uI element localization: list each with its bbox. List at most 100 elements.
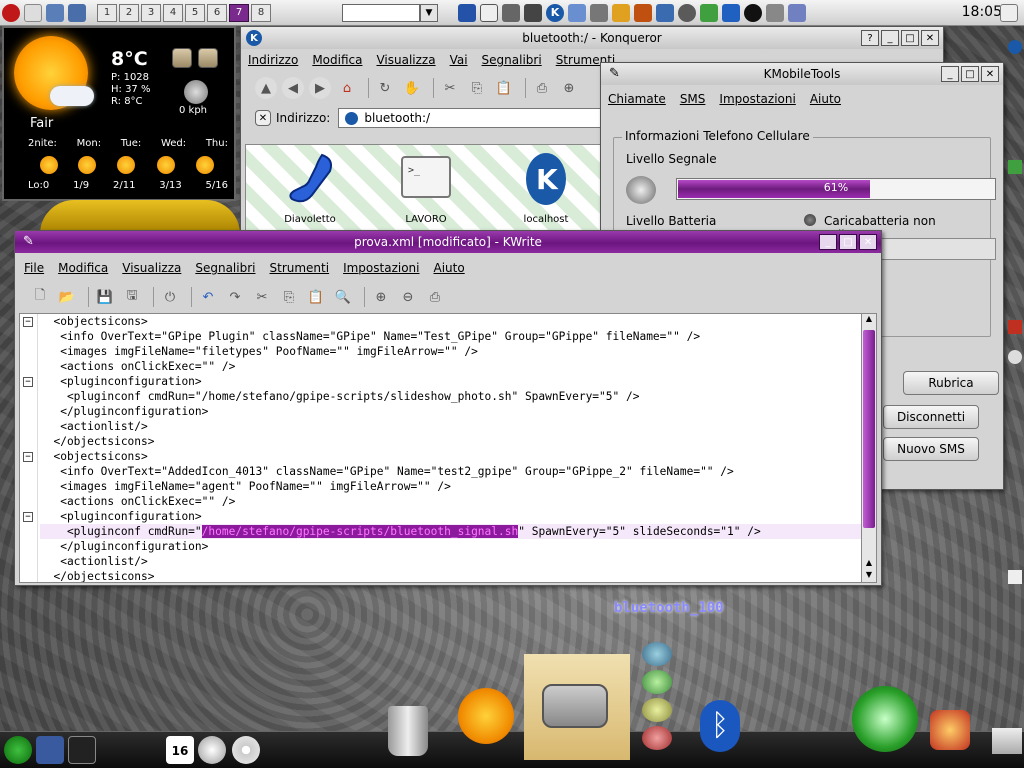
forward-arrow-icon[interactable]: ▶ [309, 77, 331, 99]
zoom-out-icon[interactable]: ⊖ [397, 286, 419, 308]
desktop-7[interactable]: 7 [229, 3, 249, 22]
kmenu-icon[interactable] [2, 3, 20, 22]
menu-modifica[interactable]: Modifica [58, 261, 108, 275]
scrollbar-thumb[interactable] [863, 330, 875, 528]
konqueror-titlebar[interactable]: K bluetooth:/ - Konqueror ? _ □ ✕ [241, 27, 943, 49]
fold-toggle[interactable]: − [23, 317, 33, 327]
menu-strumenti[interactable]: Strumenti [270, 261, 330, 275]
speaker-icon[interactable] [590, 3, 608, 22]
kmobiletools-titlebar[interactable]: ✎ KMobileTools _ □ ✕ [601, 63, 1003, 85]
nuovo-sms-button[interactable]: Nuovo SMS [883, 437, 979, 461]
close-button[interactable]: ✕ [981, 66, 999, 82]
monitor-icon[interactable] [700, 3, 718, 22]
home-icon[interactable]: ⌂ [336, 77, 358, 99]
cut-icon[interactable]: ✂ [439, 77, 461, 99]
menu-visualizza[interactable]: Visualizza [122, 261, 181, 275]
clock-icon[interactable] [198, 736, 226, 764]
address-input[interactable]: bluetooth:/ [338, 108, 609, 128]
menu-file[interactable]: File [24, 261, 44, 275]
wallet-icon[interactable] [634, 3, 652, 22]
undo-icon[interactable]: ↶ [197, 286, 219, 308]
maximize-button[interactable]: □ [901, 30, 919, 46]
file-item[interactable]: >_ LAVORO [376, 151, 476, 225]
calendar-icon[interactable] [1008, 320, 1022, 334]
desktop-1[interactable]: 1 [97, 3, 117, 22]
fold-toggle[interactable]: − [23, 377, 33, 387]
phone-photo-thumbnail[interactable] [524, 654, 630, 760]
menu-modifica[interactable]: Modifica [312, 53, 362, 67]
help-button[interactable]: ? [861, 30, 879, 46]
menu-segnalibri[interactable]: Segnalibri [482, 53, 542, 67]
video-icon[interactable] [36, 736, 64, 764]
close-button[interactable]: ✕ [859, 234, 877, 250]
desktop-8[interactable]: 8 [251, 3, 271, 22]
photo-icon[interactable] [568, 3, 586, 22]
disconnetti-button[interactable]: Disconnetti [883, 405, 979, 429]
documents-icon[interactable] [992, 728, 1022, 754]
wind-button[interactable] [172, 48, 192, 68]
calendar-icon[interactable]: 16 [166, 736, 194, 764]
klipper-icon[interactable] [788, 3, 806, 22]
trash-icon[interactable] [388, 706, 428, 756]
find-icon[interactable]: 🔍 [332, 286, 354, 308]
home-folder-icon[interactable] [68, 3, 86, 22]
close-doc-icon[interactable]: ⏻ [159, 286, 181, 308]
scroll-up-button[interactable]: ▲ [862, 558, 876, 570]
weather-dock-icon[interactable] [458, 688, 514, 744]
minimize-button[interactable]: _ [881, 30, 899, 46]
zoom-in-icon[interactable]: ⊕ [370, 286, 392, 308]
maximize-button[interactable]: □ [961, 66, 979, 82]
up-arrow-icon[interactable]: ▲ [255, 77, 277, 99]
desktop-4[interactable]: 4 [163, 3, 183, 22]
konqueror-icon[interactable] [1008, 40, 1022, 54]
printer-icon[interactable] [524, 3, 542, 22]
menu-vai[interactable]: Vai [450, 53, 468, 67]
file-item[interactable]: K localhost [496, 151, 596, 225]
stop-icon[interactable]: ✋ [401, 77, 423, 99]
rubrica-button[interactable]: Rubrica [903, 371, 999, 395]
paste-icon[interactable]: 📋 [493, 77, 515, 99]
vertical-scrollbar[interactable]: ▲ ▲ ▼ [861, 313, 877, 583]
desktop-6[interactable]: 6 [207, 3, 227, 22]
text-editor[interactable]: − − − − <objectsicons> <info OverText="G… [19, 313, 865, 583]
command-dropdown-button[interactable]: ▼ [420, 3, 438, 22]
tools-icon[interactable] [930, 710, 970, 750]
terminal-icon[interactable] [68, 736, 96, 764]
document-icon[interactable] [1008, 570, 1022, 584]
penguin-icon[interactable] [766, 3, 784, 22]
split-view-icon[interactable] [480, 3, 498, 22]
show-desktop-icon[interactable] [24, 3, 42, 22]
fold-toggle[interactable]: − [23, 512, 33, 522]
open-file-icon[interactable]: 📂 [56, 286, 78, 308]
redo-icon[interactable]: ↷ [224, 286, 246, 308]
cd-icon[interactable] [232, 736, 260, 764]
menu-sms[interactable]: SMS [680, 92, 706, 106]
save-as-icon[interactable]: 🖫 [121, 286, 143, 308]
bluetooth-icon[interactable]: ᛒ [700, 700, 740, 752]
bomb-icon[interactable] [744, 3, 762, 22]
desktop-3[interactable]: 3 [141, 3, 161, 22]
radar-button[interactable] [198, 48, 218, 68]
menu-impostazioni[interactable]: Impostazioni [719, 92, 795, 106]
print-icon[interactable]: ⎙ [531, 77, 553, 99]
back-arrow-icon[interactable]: ◀ [282, 77, 304, 99]
desktop-2[interactable]: 2 [119, 3, 139, 22]
desktop-5[interactable]: 5 [185, 3, 205, 22]
command-input[interactable] [342, 3, 420, 22]
browser-icon[interactable] [46, 3, 64, 22]
cut-icon[interactable]: ✂ [251, 286, 273, 308]
menu-impostazioni[interactable]: Impostazioni [343, 261, 419, 275]
maximize-button[interactable]: □ [839, 234, 857, 250]
file-item[interactable]: Diavoletto [260, 151, 360, 225]
konqueror-icon[interactable]: K [246, 30, 262, 46]
fold-toggle[interactable]: − [23, 452, 33, 462]
konqueror-icon[interactable]: K [546, 3, 564, 22]
copy-icon[interactable]: ⎘ [466, 77, 488, 99]
notes-icon[interactable] [612, 3, 630, 22]
gear-icon[interactable] [678, 3, 696, 22]
taskbar-window-icon[interactable] [458, 3, 476, 22]
menu-aiuto[interactable]: Aiuto [810, 92, 841, 106]
paste-icon[interactable]: 📋 [305, 286, 327, 308]
monitor-icon[interactable] [1008, 160, 1022, 174]
menu-segnalibri[interactable]: Segnalibri [195, 261, 255, 275]
